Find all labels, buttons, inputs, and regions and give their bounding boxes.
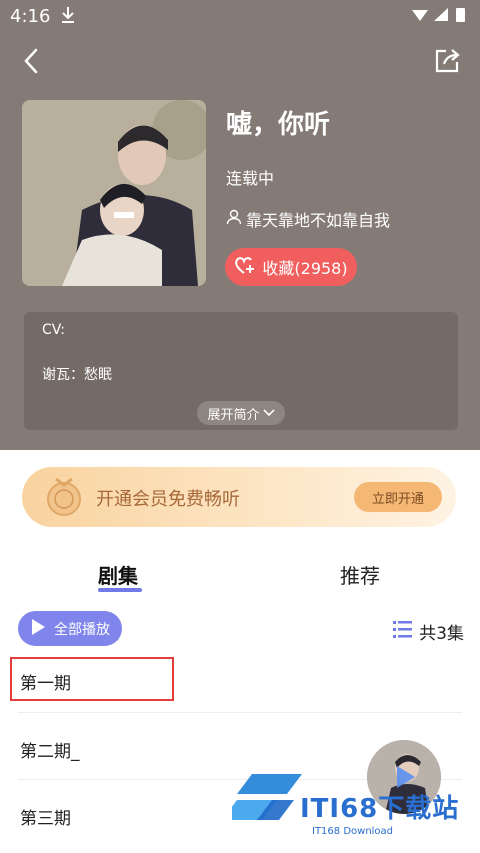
vip-banner[interactable]: 开通会员免费畅听 立即开通 (22, 467, 456, 527)
episode-item[interactable]: 第三期 (20, 804, 71, 829)
chevron-down-icon (262, 406, 275, 421)
user-icon (226, 209, 242, 229)
watermark-title: ITI68下载站 (300, 794, 460, 824)
expand-label: 展开简介 (207, 407, 260, 423)
highlight-box (10, 657, 174, 701)
expand-intro-button[interactable]: 展开简介 (197, 401, 285, 425)
episode-count: 共3集 (393, 619, 464, 644)
favorite-label: 收藏(2958) (262, 259, 348, 278)
album-cover (22, 100, 206, 286)
vip-medal-icon (42, 475, 86, 519)
author-row[interactable]: 靠天靠地不如靠自我 (226, 207, 390, 231)
share-icon[interactable] (432, 46, 462, 76)
signal-battery-icons (410, 6, 470, 28)
divider (18, 712, 462, 713)
tab-active-indicator (98, 588, 142, 592)
vip-open-button[interactable]: 立即开通 (354, 482, 442, 512)
status-time: 4:16 (10, 6, 51, 27)
intro-panel: CV: 谢瓦：愁眠 展开简介 (24, 312, 458, 430)
play-icon (30, 618, 46, 640)
album-title: 嘘，你听 (226, 110, 331, 140)
intro-line-2: 谢瓦：愁眠 (42, 367, 112, 383)
tab-episodes[interactable]: 剧集 (98, 560, 138, 589)
download-icon (60, 6, 76, 29)
tab-recommend[interactable]: 推荐 (340, 560, 380, 589)
favorite-button[interactable]: 收藏(2958) (225, 248, 357, 286)
intro-line-1: CV: (42, 322, 65, 338)
author-name: 靠天靠地不如靠自我 (246, 211, 391, 230)
play-all-button[interactable]: 全部播放 (18, 611, 122, 646)
serial-status: 连载中 (226, 169, 275, 188)
episode-count-label: 共3集 (419, 624, 464, 644)
list-icon (393, 620, 413, 643)
back-icon[interactable] (18, 46, 48, 76)
episode-item[interactable]: 第二期_ (20, 737, 80, 762)
status-bar: 4:16 (0, 0, 480, 34)
play-all-label: 全部播放 (54, 621, 110, 638)
vip-text: 开通会员免费畅听 (96, 489, 240, 510)
heart-plus-icon (234, 255, 256, 279)
watermark-subtitle: IT168 Download (312, 826, 394, 837)
